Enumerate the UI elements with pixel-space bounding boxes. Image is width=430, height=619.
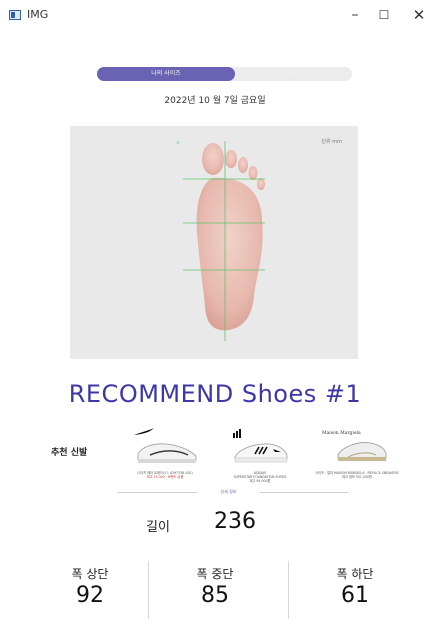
toe-3-shape [238,157,248,173]
shoe-card-adidas[interactable]: ADIDAS SUPERSTAR FOUNDATION SHOES 재고 99,… [215,425,305,485]
minimize-button[interactable]: – [343,4,367,26]
maison-margiela-sneaker-icon: Maison Margiela [322,430,387,461]
size-toggle: 나의 사이즈 추천 [97,67,352,81]
length-value: 236 [214,509,256,534]
adidas-sneaker-icon [233,429,288,463]
toe-4-shape [248,166,258,180]
toggle-recommend[interactable]: 추천 [235,67,352,81]
width-top-value: 92 [76,583,104,608]
toe-2-shape [225,150,237,168]
shoe-caption-line: 재고 정보 551,000원 [342,475,372,480]
shoe-caption-line: 재고 75,000 · 브랜드 상품 [146,475,184,480]
date-label: 2022년 10 월 7일 금요일 [164,96,266,106]
recommend-shoes-label: 추천 신발 [51,448,88,458]
detail-divider-right [260,492,348,493]
app-icon [9,10,21,20]
close-button[interactable]: ✕ [407,4,430,26]
metric-divider [288,561,289,619]
shoe-card-maison-margiela[interactable]: Maison Margiela 사이즈 · 컬러 MAISON MARGIELA… [312,425,402,485]
nike-sneaker-icon [134,428,197,463]
detail-label: 상세 정보 [220,489,237,494]
width-mid-value: 85 [201,583,229,608]
foot-scan-panel: 단위 mm [70,126,358,359]
width-bottom-value: 61 [341,583,369,608]
recommend-title: RECOMMEND Shoes #1 [68,380,362,408]
detail-divider-left [118,492,197,493]
shoe-caption-line: 재고 99,000원 [249,479,271,484]
width-top-metric: 폭 상단 92 [40,565,140,608]
toggle-my-size[interactable]: 나의 사이즈 [97,67,235,81]
width-mid-metric: 폭 중단 85 [165,565,265,608]
shoe-card-nike[interactable]: 나이키 에어 트레이너 1 (DH7338-100) 재고 75,000 · 브… [120,425,210,485]
brand-wordmark: Maison Margiela [322,430,361,436]
maximize-button[interactable]: ☐ [372,4,396,26]
width-mid-label: 폭 중단 [196,567,234,581]
window-title: IMG [27,8,49,21]
width-bottom-metric: 폭 하단 61 [305,565,405,608]
width-top-label: 폭 상단 [71,567,109,581]
window-titlebar: IMG – ☐ ✕ [0,0,430,30]
foot-scan-image [177,141,265,341]
length-label: 길이 [146,520,170,535]
metric-divider [148,561,149,619]
foot-sole-shape [196,177,263,331]
width-bottom-label: 폭 하단 [336,567,374,581]
big-toe-shape [202,143,224,175]
toe-5-shape [257,178,265,190]
